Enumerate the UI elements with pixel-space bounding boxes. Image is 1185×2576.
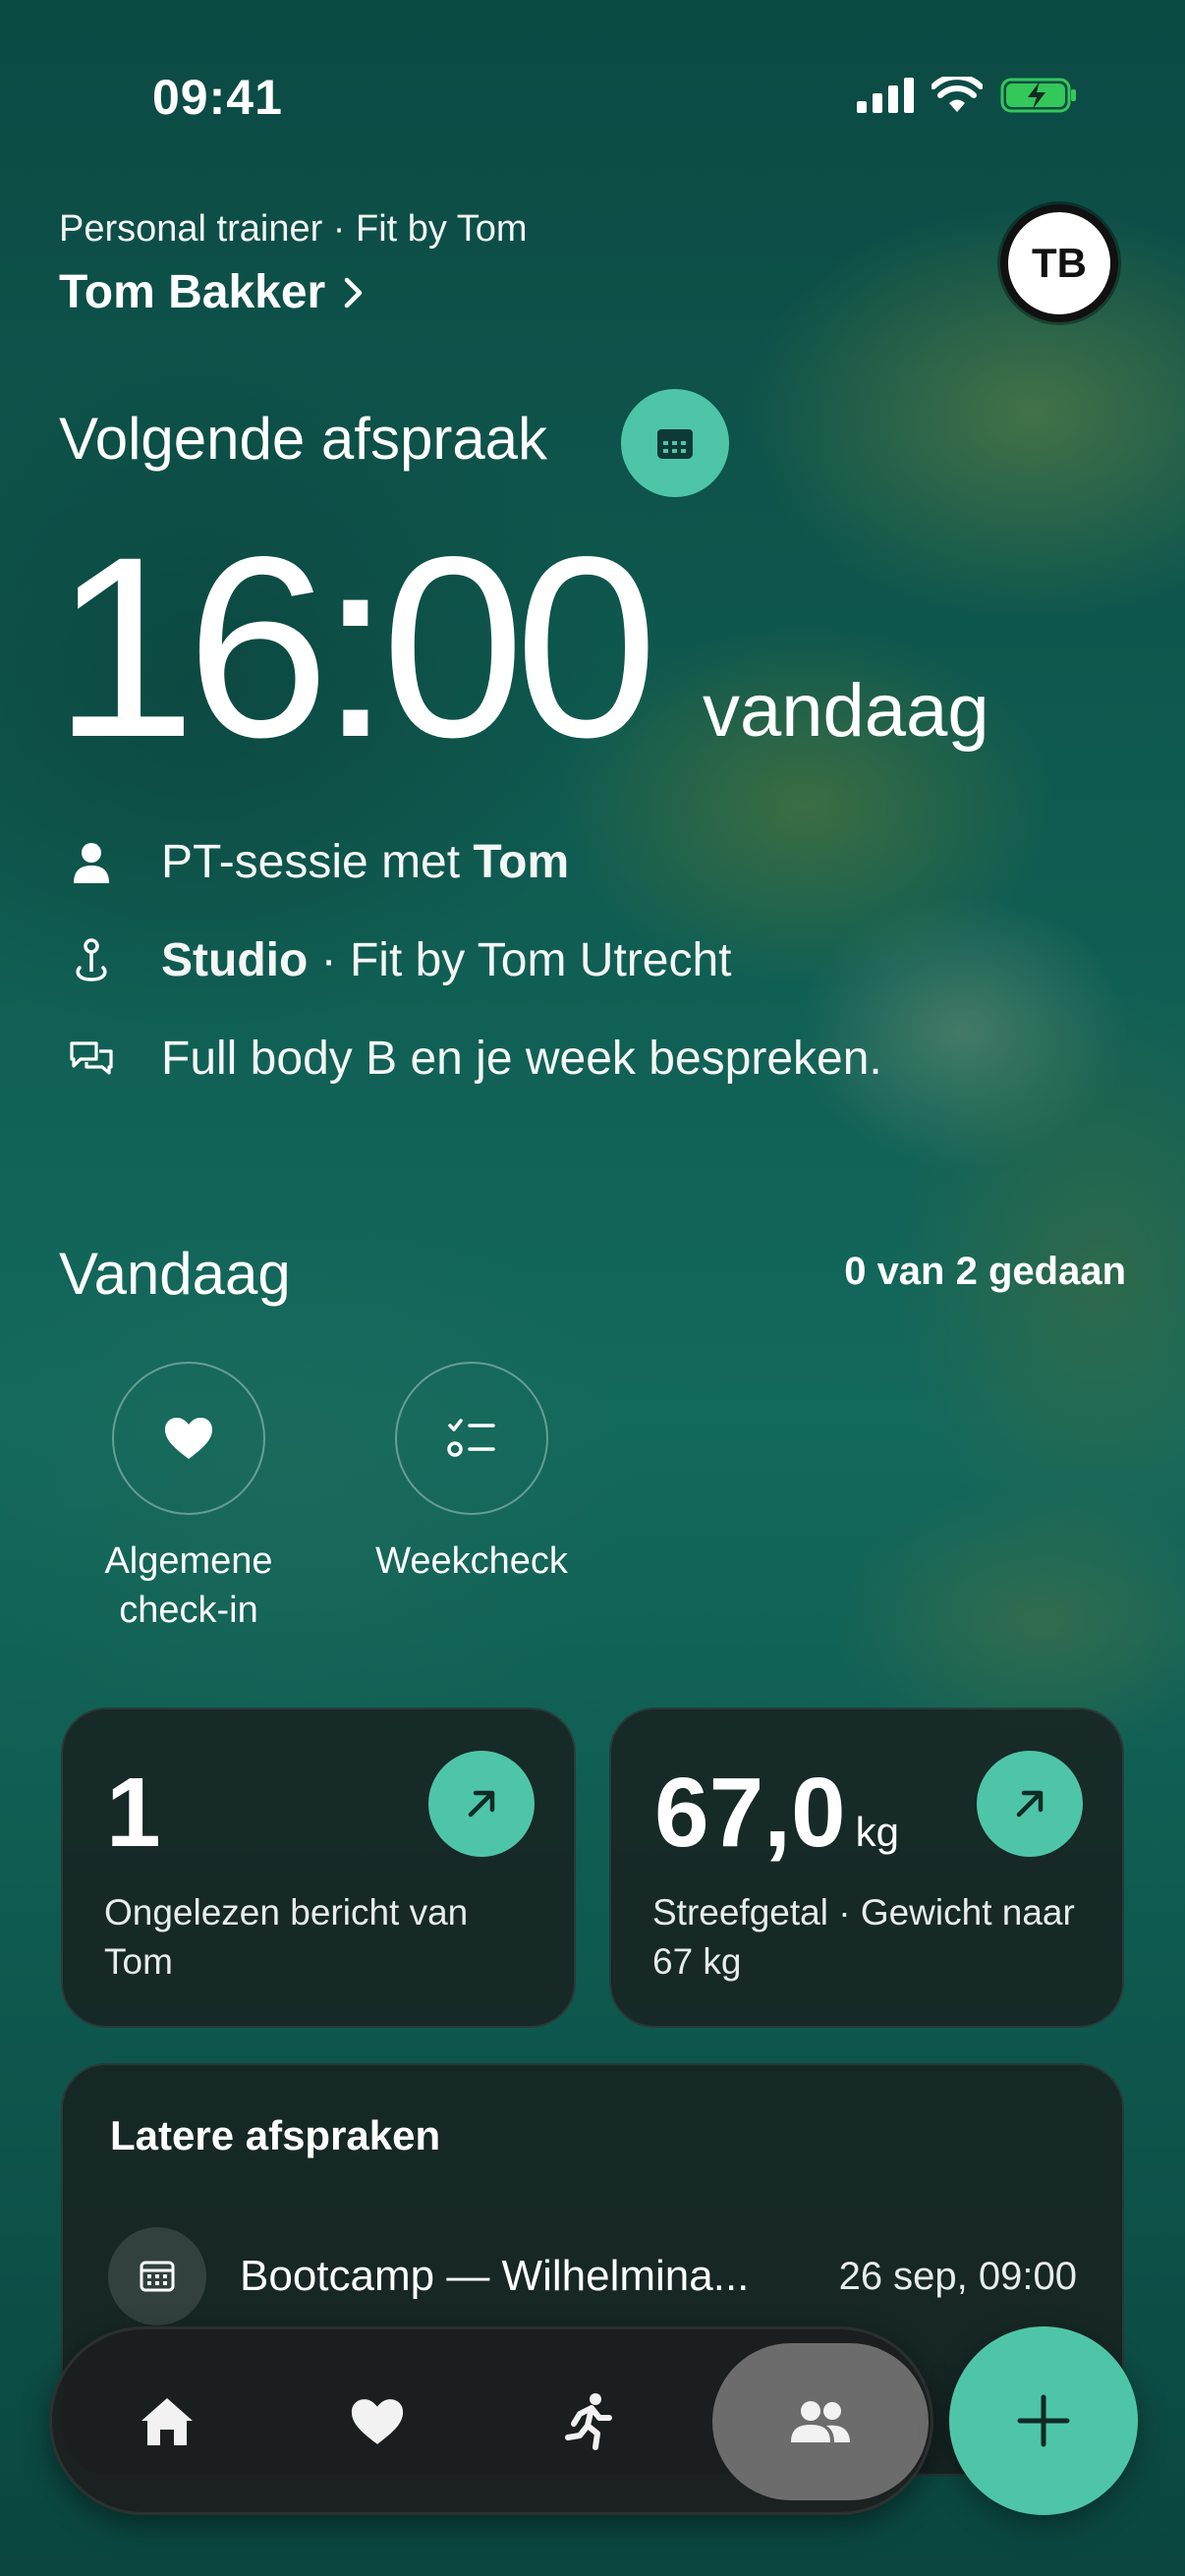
people-icon — [791, 2401, 850, 2442]
task-circle[interactable] — [112, 1362, 265, 1515]
tab-bar — [49, 2326, 933, 2515]
weight-value: 67,0 — [654, 1758, 846, 1868]
today-title: Vandaag — [59, 1241, 291, 1307]
appointment-name: Bootcamp — Wilhelmina... — [240, 2252, 750, 2300]
task-circle[interactable] — [395, 1362, 548, 1515]
status-icons — [857, 77, 1079, 114]
trainer-subtitle: Personal trainer · Fit by Tom — [59, 208, 528, 250]
trainer-name-link[interactable]: Tom Bakker — [59, 265, 365, 319]
calendar-icon-badge — [108, 2227, 206, 2325]
tab-health[interactable] — [274, 2343, 480, 2500]
unread-count: 1 — [106, 1758, 161, 1868]
task-label: Weekcheck — [375, 1540, 568, 1582]
appointment-day: vandaag — [703, 669, 989, 753]
weight-value-wrap: 67,0 kg — [654, 1757, 899, 1870]
task-label: Algemene check-in — [104, 1540, 273, 1631]
chevron-right-icon — [344, 277, 363, 308]
task-weekcheck[interactable]: Weekcheck — [354, 1362, 590, 1586]
open-weight-button[interactable] — [977, 1751, 1083, 1857]
avatar-initials: TB — [1032, 240, 1087, 286]
add-button[interactable] — [949, 2326, 1138, 2515]
tab-home[interactable] — [64, 2343, 270, 2500]
today-progress: 0 van 2 gedaan — [844, 1250, 1126, 1293]
weight-goal-card[interactable]: 67,0 kg Streefgetal · Gewicht naar 67 kg — [609, 1708, 1124, 2028]
status-time: 09:41 — [152, 70, 283, 125]
session-trainer: Tom — [473, 836, 570, 888]
unread-messages-card[interactable]: 1 Ongelezen bericht van Tom — [61, 1708, 576, 2028]
weight-description: Streefgetal · Gewicht naar 67 kg — [652, 1892, 1075, 1982]
appointment-session: PT-sessie met Tom — [69, 835, 569, 889]
arrow-up-right-icon — [468, 1790, 495, 1818]
appointment-location: Studio · Fit by Tom Utrecht — [69, 933, 732, 987]
person-icon — [69, 842, 114, 883]
calendar-button[interactable] — [621, 389, 729, 497]
home-icon — [141, 2398, 193, 2445]
battery-charging-icon — [1000, 78, 1076, 113]
arrow-up-right-icon — [1016, 1790, 1044, 1818]
calendar-icon — [657, 429, 693, 459]
trainer-name: Tom Bakker — [59, 266, 326, 318]
signal-icon — [857, 78, 914, 113]
session-prefix: PT-sessie met — [161, 836, 474, 888]
wifi-icon — [931, 77, 983, 112]
task-general-check-in[interactable]: Algemene check-in — [71, 1362, 307, 1635]
note-text: Full body B en je week bespreken. — [161, 1033, 882, 1085]
running-icon — [565, 2393, 612, 2450]
chat-bubbles-icon — [69, 1039, 114, 1079]
tab-people[interactable] — [712, 2343, 929, 2500]
weight-unit: kg — [855, 1809, 899, 1855]
appointment-date: 26 sep, 09:00 — [838, 2254, 1077, 2298]
heart-icon — [165, 1418, 212, 1459]
checklist-icon — [447, 1419, 495, 1457]
location-rest: · Fit by Tom Utrecht — [308, 934, 732, 986]
appointment-note: Full body B en je week bespreken. — [69, 1032, 882, 1086]
location-pin-icon — [69, 937, 114, 983]
next-appointment-title: Volgende afspraak — [59, 406, 548, 472]
calendar-icon — [140, 2261, 175, 2292]
list-item[interactable]: Bootcamp — Wilhelmina... 26 sep, 09:00 — [108, 2227, 1077, 2325]
tab-workouts[interactable] — [484, 2343, 691, 2500]
plus-icon — [1017, 2394, 1070, 2447]
unread-description: Ongelezen bericht van Tom — [104, 1892, 469, 1982]
open-messages-button[interactable] — [428, 1751, 535, 1857]
appointment-time: 16:00 — [53, 503, 658, 791]
later-title: Latere afspraken — [110, 2112, 441, 2158]
heart-icon — [351, 2399, 404, 2444]
location-name: Studio — [161, 934, 309, 986]
avatar[interactable]: TB — [1000, 204, 1118, 322]
